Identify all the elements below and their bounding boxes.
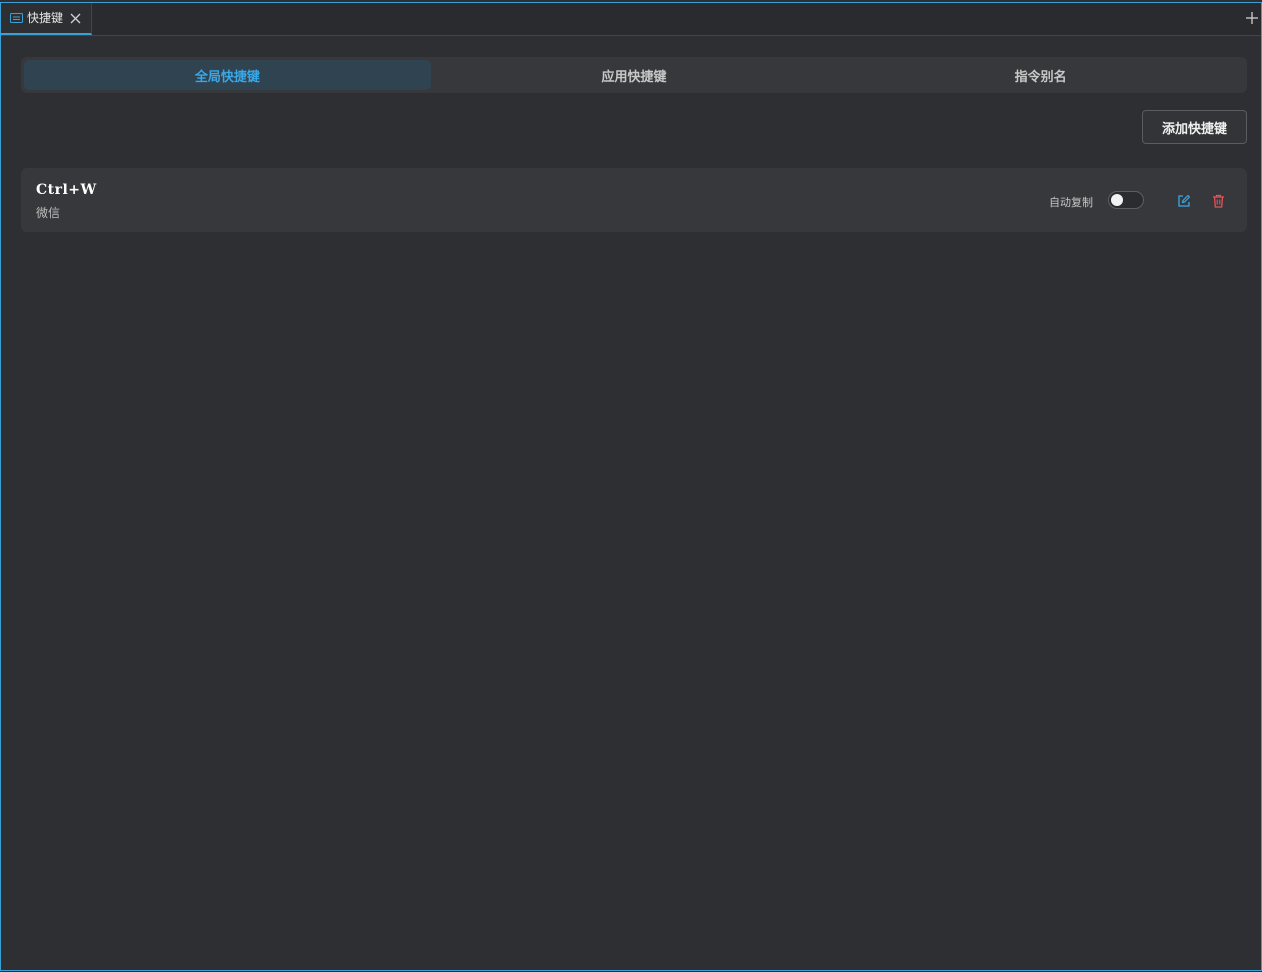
auto-copy-toggle[interactable] (1108, 191, 1144, 209)
shortcut-type-tabs: 全局快捷键 应用快捷键 指令别名 (21, 57, 1247, 93)
list-item: Ctrl+W 微信 自动复制 (21, 168, 1247, 232)
trash-icon[interactable] (1210, 193, 1226, 209)
edit-icon[interactable] (1176, 193, 1192, 209)
tab-bar: 快捷键 (1, 3, 1261, 36)
tab-global-shortcuts[interactable]: 全局快捷键 (24, 60, 431, 90)
toggle-knob (1111, 194, 1123, 206)
tab-command-aliases[interactable]: 指令别名 (837, 60, 1244, 90)
plus-icon[interactable] (1245, 11, 1259, 25)
add-shortcut-button[interactable]: 添加快捷键 (1142, 110, 1247, 144)
tab-shortcuts[interactable]: 快捷键 (1, 3, 92, 35)
shortcut-app-name: 微信 (36, 206, 61, 220)
auto-copy-label: 自动复制 (1049, 196, 1093, 209)
tab-label: 快捷键 (27, 11, 64, 25)
tab-app-shortcuts[interactable]: 应用快捷键 (431, 60, 838, 90)
app-window: 快捷键 全局快捷键 应用快捷键 指令别名 添加快捷键 Ctrl+W 微信 自动复… (0, 2, 1262, 971)
keyboard-icon (9, 12, 23, 24)
close-icon[interactable] (69, 12, 81, 24)
shortcut-keys: Ctrl+W (36, 182, 97, 198)
